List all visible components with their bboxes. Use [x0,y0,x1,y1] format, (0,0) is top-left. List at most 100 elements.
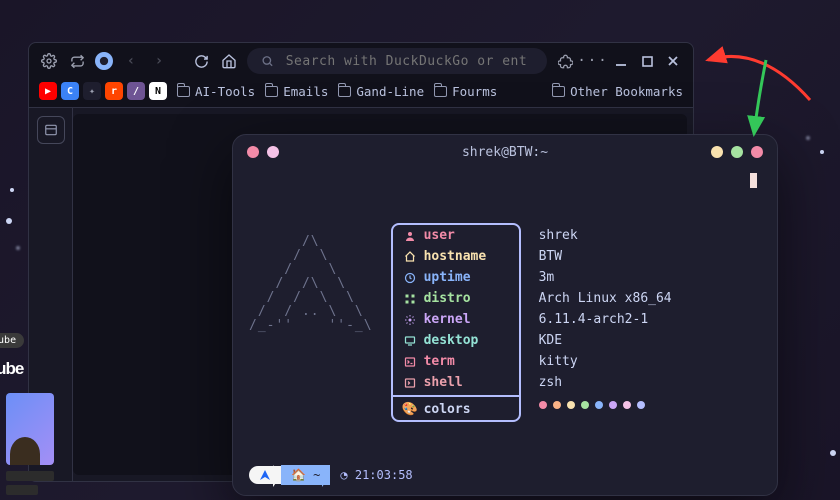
green-arrow-annotation [736,56,776,142]
info-row-distro: distro [393,288,519,309]
distro-icon [403,293,417,305]
color-swatch [609,401,617,409]
yt-thumbnail[interactable] [6,393,54,465]
address-bar[interactable] [247,48,547,74]
yt-subtitle-placeholder [6,485,38,495]
colors-row: 🎨 colors [393,399,519,420]
terminal-window: shrek@BTW:~ /\ / \ / \ / /\ \ / / \ \ / … [232,134,778,496]
extensions-icon[interactable] [555,51,575,71]
bookmark-folder[interactable]: AI-Tools [177,84,255,99]
terminal-title: shrek@BTW:~ [233,145,777,160]
info-label: hostname [424,249,487,264]
home-button[interactable] [219,51,239,71]
profile-icon[interactable] [95,52,113,70]
folder-icon [265,86,278,97]
color-swatch [567,401,575,409]
settings-icon[interactable] [39,51,59,71]
shell-icon [403,377,417,389]
folder-label: AI-Tools [195,84,255,99]
color-swatch [553,401,561,409]
maximize-button[interactable] [637,51,657,71]
bg-dot [16,246,20,250]
sysinfo-box: user hostname uptime distro kernel desktop ter… [391,223,521,422]
info-label: desktop [424,333,479,348]
info-row-term: term [393,351,519,372]
palette-icon: 🎨 [403,402,417,417]
folder-icon [434,86,447,97]
shell-prompt[interactable]: 🏠 ~ ◔ 21:03:58 [249,465,423,485]
info-value-shell: zsh [539,372,672,393]
back-button[interactable]: ‹ [121,51,141,71]
bookmark-icon[interactable]: C [61,82,79,100]
info-label: distro [424,291,471,306]
info-value-kernel: 6.11.4-arch2-1 [539,309,672,330]
info-row-hostname: hostname [393,246,519,267]
user-icon [403,230,417,242]
red-arrow-annotation [700,32,830,142]
terminal-cursor [750,173,757,188]
minimize-button[interactable] [611,51,631,71]
terminal-titlebar[interactable]: shrek@BTW:~ [233,135,777,169]
yt-title-placeholder [6,471,54,481]
bookmark-icon[interactable]: r [105,82,123,100]
uptime-icon [403,272,417,284]
color-swatch [539,401,547,409]
other-bookmarks-label: Other Bookmarks [570,84,683,99]
ascii-logo: /\ / \ / \ / /\ \ / / \ \ / / .. \ \ /_-… [249,235,373,422]
info-label: uptime [424,270,471,285]
host-icon [403,251,417,263]
arch-icon [259,469,271,481]
info-row-desktop: desktop [393,330,519,351]
folder-icon [177,86,190,97]
bookmark-folder[interactable]: Gand-Line [338,84,424,99]
term-icon [403,356,417,368]
reload-button[interactable] [191,51,211,71]
folder-label: Fourms [452,84,497,99]
color-swatch [581,401,589,409]
bookmark-icon[interactable]: / [127,82,145,100]
info-label: shell [424,375,463,390]
search-icon [261,54,274,68]
info-row-user: user [393,225,519,246]
box-divider [393,395,519,397]
bookmark-icon[interactable]: N [149,82,167,100]
info-row-shell: shell [393,372,519,393]
browser-toolbar: ‹ › ··· [29,43,693,79]
color-swatch [623,401,631,409]
folder-label: Gand-Line [356,84,424,99]
kernel-icon [403,314,417,326]
color-swatch [637,401,645,409]
bookmark-icon[interactable]: ▶ [39,82,57,100]
bookmarks-bar: ▶C✦r/N AI-Tools Emails Gand-Line Fourms Oth… [29,79,693,107]
close-button[interactable] [663,51,683,71]
bg-dot [830,450,836,456]
bg-dot [6,218,12,224]
overflow-menu[interactable]: ··· [583,51,603,71]
bg-dot [820,150,824,154]
sync-icon[interactable] [67,51,87,71]
bookmark-folder[interactable]: Fourms [434,84,497,99]
info-label: term [424,354,455,369]
address-input[interactable] [286,54,533,69]
yt-logo: Tube [0,359,23,379]
bookmark-icon[interactable]: ✦ [83,82,101,100]
prompt-seg-time: ◔ 21:03:58 [330,465,422,485]
info-row-uptime: uptime [393,267,519,288]
sidebar-toggle[interactable] [37,116,65,144]
folder-label: Emails [283,84,328,99]
info-label: kernel [424,312,471,327]
folder-icon [338,86,351,97]
bookmark-folder[interactable]: Emails [265,84,328,99]
info-value-uptime: 3m [539,267,672,288]
bg-dot [10,188,14,192]
bg-dot [806,136,810,140]
terminal-body[interactable]: /\ / \ / \ / /\ \ / / \ \ / / .. \ \ /_-… [233,169,777,495]
clock-icon: ◔ [340,468,347,482]
info-label: user [424,228,455,243]
desktop-icon [403,335,417,347]
info-value-term: kitty [539,351,672,372]
other-bookmarks[interactable]: Other Bookmarks [552,84,683,99]
forward-button[interactable]: › [149,51,169,71]
info-value-hostname: BTW [539,246,672,267]
folder-icon [552,86,565,97]
